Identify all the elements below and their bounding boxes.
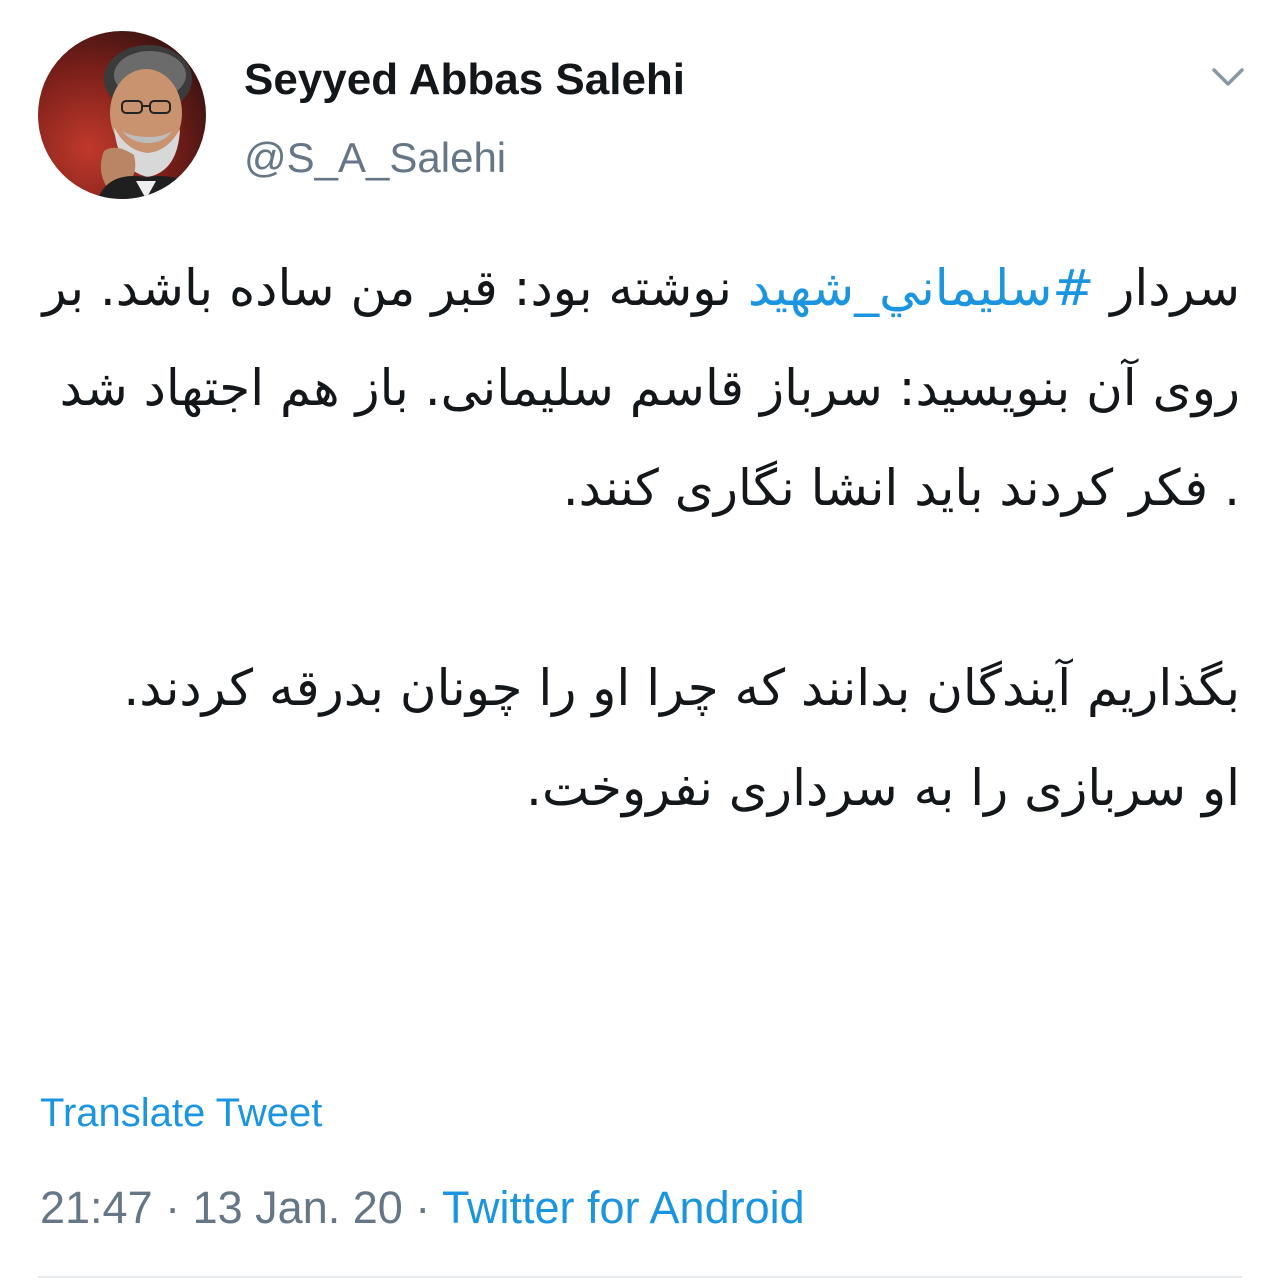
tweet-paragraph: او سربازی را به سرداری نفروخت. (526, 759, 1240, 817)
translate-tweet-link[interactable]: Translate Tweet (40, 1088, 322, 1138)
tweet-source-link[interactable]: Twitter for Android (442, 1182, 805, 1233)
tweet-paragraph: سردار #سليماني_شهيد نوشته بود: قبر من سا… (40, 238, 1240, 538)
tweet-text-start: سردار (1094, 259, 1240, 317)
hashtag-link[interactable]: #سليماني_شهيد (748, 259, 1094, 317)
tweet-time[interactable]: 21:47 (40, 1182, 153, 1233)
avatar-photo (38, 31, 206, 199)
author-handle[interactable]: @S_A_Salehi (244, 132, 506, 184)
meta-separator: · (152, 1182, 193, 1233)
divider (38, 1276, 1242, 1278)
meta-separator: · (402, 1182, 442, 1233)
avatar[interactable] (38, 31, 206, 199)
tweet-paragraph: بگذاریم آیندگان بدانند که چرا او را چونا… (123, 659, 1240, 717)
tweet-date[interactable]: 13 Jan. 20 (193, 1182, 403, 1233)
author-display-name[interactable]: Seyyed Abbas Salehi (244, 54, 685, 106)
tweet-metadata: 21:47 · 13 Jan. 20 · Twitter for Android (40, 1180, 805, 1236)
tweet-text: سردار #سليماني_شهيد نوشته بود: قبر من سا… (40, 238, 1240, 838)
chevron-down-icon[interactable] (1206, 60, 1250, 96)
